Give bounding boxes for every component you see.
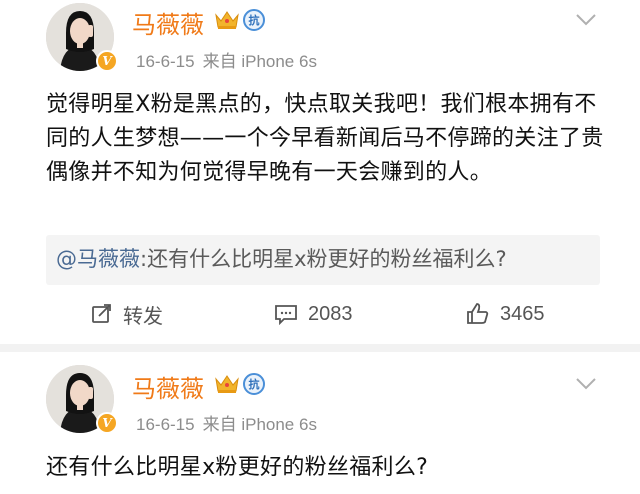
quoted-content: :还有什么比明星x粉更好的粉丝福利么? xyxy=(140,247,507,271)
quoted-user-link[interactable]: @马薇薇 xyxy=(56,247,140,271)
chevron-down-icon[interactable] xyxy=(575,13,597,27)
post-meta: 16-6-15 来自 iPhone 6s xyxy=(136,47,317,72)
chevron-down-icon[interactable] xyxy=(575,377,597,391)
user-name[interactable]: 马薇薇 xyxy=(132,369,204,404)
post-date: 16-6-15 xyxy=(136,52,195,71)
like-count: 3465 xyxy=(500,302,545,325)
quoted-text: @马薇薇:还有什么比明星x粉更好的粉丝福利么? xyxy=(56,243,507,273)
weibo-post-1: V 马薇薇 抗 16-6-15 来自 iPhone 6s 觉得明星X粉是黑点的，快… xyxy=(0,0,640,352)
post-meta: 16-6-15 来自 iPhone 6s xyxy=(136,410,317,435)
quoted-post[interactable]: @马薇薇:还有什么比明星x粉更好的粉丝福利么? xyxy=(46,235,600,285)
like-button[interactable]: 3465 xyxy=(466,290,545,338)
post-text: 还有什么比明星x粉更好的粉丝福利么? xyxy=(46,455,429,480)
anti-badge-icon[interactable]: 抗 xyxy=(243,9,265,31)
anti-badge-icon[interactable]: 抗 xyxy=(243,373,265,395)
post-text: 觉得明星X粉是黑点的，快点取关我吧！我们根本拥有不同的人生梦想——一个今早看新闻… xyxy=(46,92,604,185)
repost-label: 转发 xyxy=(123,305,163,328)
weibo-post-2: V 马薇薇 抗 16-6-15 来自 iPhone 6s 还有什么比明星x粉更好的… xyxy=(0,350,640,494)
user-name[interactable]: 马薇薇 xyxy=(132,5,204,40)
crown-icon[interactable] xyxy=(214,9,240,31)
action-bar: 转发 2083 3465 xyxy=(46,290,600,338)
post-source: 来自 iPhone 6s xyxy=(202,52,317,71)
repost-button[interactable]: 转发 xyxy=(91,290,163,338)
repost-icon xyxy=(92,304,111,323)
post-source: 来自 iPhone 6s xyxy=(202,415,317,434)
post-date: 16-6-15 xyxy=(136,415,195,434)
comment-count: 2083 xyxy=(308,302,353,325)
comment-icon xyxy=(275,305,297,325)
crown-icon[interactable] xyxy=(214,373,240,395)
verified-v-icon: V xyxy=(96,412,118,434)
like-icon xyxy=(467,303,489,324)
verified-v-icon: V xyxy=(96,50,118,72)
comment-button[interactable]: 2083 xyxy=(274,290,353,338)
